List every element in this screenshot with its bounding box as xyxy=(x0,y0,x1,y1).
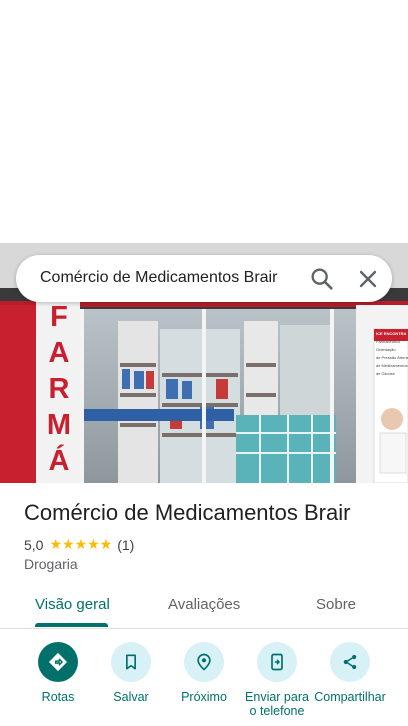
bookmark-icon xyxy=(111,642,151,682)
sign-letter: FARMÁ xyxy=(46,301,72,477)
store-sign: FARMÁ xyxy=(44,299,74,479)
place-category: Drogaria xyxy=(24,556,78,572)
rating-row[interactable]: 5,0 ★★★★★ (1) xyxy=(24,536,134,553)
search-input[interactable]: Comércio de Medicamentos Brair xyxy=(40,269,277,287)
directions-button[interactable]: Rotas xyxy=(21,640,95,704)
nearby-button[interactable]: Próximo xyxy=(167,640,241,704)
save-button[interactable]: Salvar xyxy=(94,640,168,704)
poster-line: de Medicamentos xyxy=(376,363,408,368)
poster-heading: ICE ENCONTRA xyxy=(376,331,407,336)
send-to-phone-button[interactable]: Enviar para o telefone xyxy=(240,640,314,718)
star-rating-icon: ★★★★★ xyxy=(49,536,113,552)
store-poster: ICE ENCONTRA Farmacêutico Orientação de … xyxy=(376,330,408,378)
nearby-icon xyxy=(184,642,224,682)
review-count: (1) xyxy=(117,536,135,553)
share-label: Compartilhar xyxy=(314,690,386,704)
tab-bar: Visão geral Avaliações Sobre xyxy=(0,585,408,629)
share-icon xyxy=(330,642,370,682)
close-icon[interactable] xyxy=(354,265,382,293)
nearby-label: Próximo xyxy=(181,690,227,704)
place-title: Comércio de Medicamentos Brair xyxy=(24,500,351,525)
send-to-phone-icon xyxy=(257,642,297,682)
action-row: Rotas Salvar Próximo Enviar para o telef… xyxy=(0,640,408,726)
tab-overview[interactable]: Visão geral xyxy=(35,596,110,613)
poster-line: de Pressão Arterial xyxy=(376,355,408,360)
poster-line: Farmacêutico xyxy=(376,339,401,344)
poster-line: Orientação xyxy=(376,347,396,352)
directions-icon xyxy=(38,642,78,682)
tab-indicator xyxy=(35,623,108,627)
share-button[interactable]: Compartilhar xyxy=(313,640,387,704)
search-icon[interactable] xyxy=(308,265,336,293)
directions-label: Rotas xyxy=(41,690,75,704)
rating-value: 5,0 xyxy=(24,536,44,553)
tab-reviews[interactable]: Avaliações xyxy=(168,596,240,613)
poster-line: de Glicose xyxy=(376,371,395,376)
tab-about[interactable]: Sobre xyxy=(316,596,356,613)
save-label: Salvar xyxy=(113,690,149,704)
send-to-phone-label: Enviar para o telefone xyxy=(245,690,309,718)
search-bar[interactable]: Comércio de Medicamentos Brair xyxy=(16,255,392,302)
